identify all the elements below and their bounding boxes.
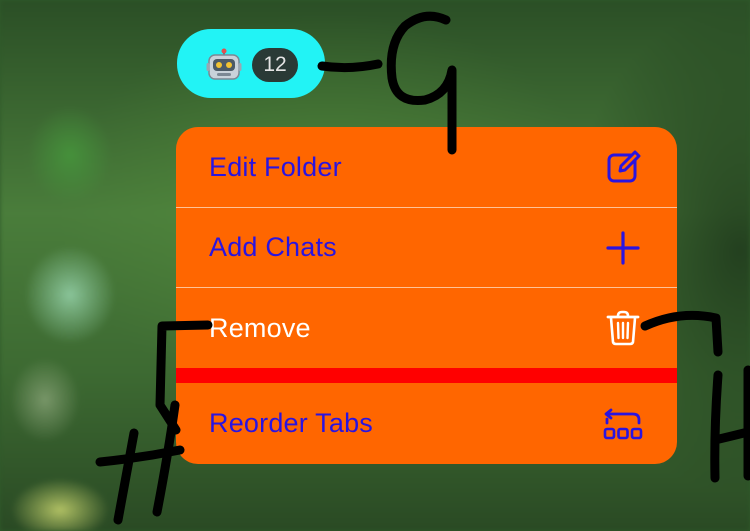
menu-item-label: Edit Folder: [209, 151, 342, 182]
robot-icon: [206, 48, 242, 80]
folder-context-menu: Edit Folder Add Chats Remove Reorder Tab…: [176, 127, 677, 464]
menu-item-label: Remove: [209, 312, 311, 343]
menu-item-label: Add Chats: [209, 232, 337, 262]
menu-item-reorder-tabs[interactable]: Reorder Tabs: [176, 383, 677, 464]
menu-item-remove[interactable]: Remove: [176, 288, 677, 368]
unread-count-badge: 12: [252, 48, 298, 82]
edit-square-icon: [607, 150, 641, 183]
menu-item-label: Reorder Tabs: [209, 408, 373, 438]
trash-icon: [606, 310, 640, 346]
folder-tab-pill[interactable]: [177, 29, 325, 98]
plus-icon: [606, 230, 640, 265]
menu-item-edit-folder[interactable]: Edit Folder: [176, 127, 677, 207]
red-highlight-divider: [176, 368, 677, 383]
reorder-tabs-icon: [603, 408, 643, 439]
menu-item-add-chats[interactable]: Add Chats: [176, 208, 677, 287]
